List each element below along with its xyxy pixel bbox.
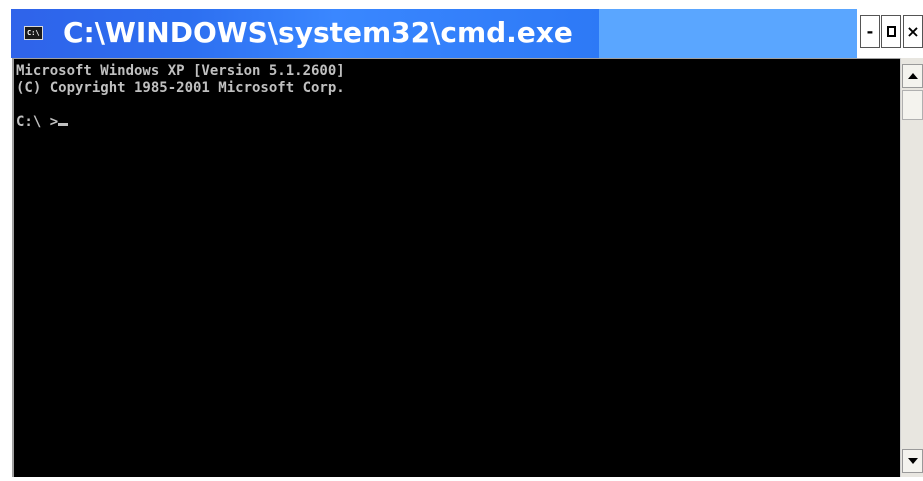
cmd-icon-label: C:\ [27,29,40,37]
close-icon: × [906,22,920,41]
console-line: (C) Copyright 1985-2001 Microsoft Corp. [16,80,345,96]
vertical-scrollbar[interactable] [900,58,923,477]
scroll-thumb[interactable] [902,90,923,120]
window-title: C:\WINDOWS\system32\cmd.exe [63,16,573,49]
title-bar-highlight [599,9,857,58]
console-area[interactable]: Microsoft Windows XP [Version 5.1.2600] … [12,58,900,477]
arrow-up-icon [907,73,918,79]
maximize-icon [886,26,896,37]
text-cursor [58,123,69,126]
cmd-window: C:\ C:\WINDOWS\system32\cmd.exe - × Micr… [0,0,923,481]
title-bar[interactable]: C:\ C:\WINDOWS\system32\cmd.exe [0,9,923,58]
console-output: Microsoft Windows XP [Version 5.1.2600] … [16,63,345,131]
scroll-down-button[interactable] [902,449,923,473]
command-prompt: C:\ > [16,114,59,130]
minimize-icon: - [866,22,874,41]
maximize-button[interactable] [881,15,901,48]
minimize-button[interactable]: - [860,15,880,48]
cmd-icon[interactable]: C:\ [24,26,43,40]
console-line: Microsoft Windows XP [Version 5.1.2600] [16,63,345,79]
scroll-up-button[interactable] [902,64,923,88]
arrow-down-icon [907,458,918,464]
close-button[interactable]: × [903,15,923,48]
